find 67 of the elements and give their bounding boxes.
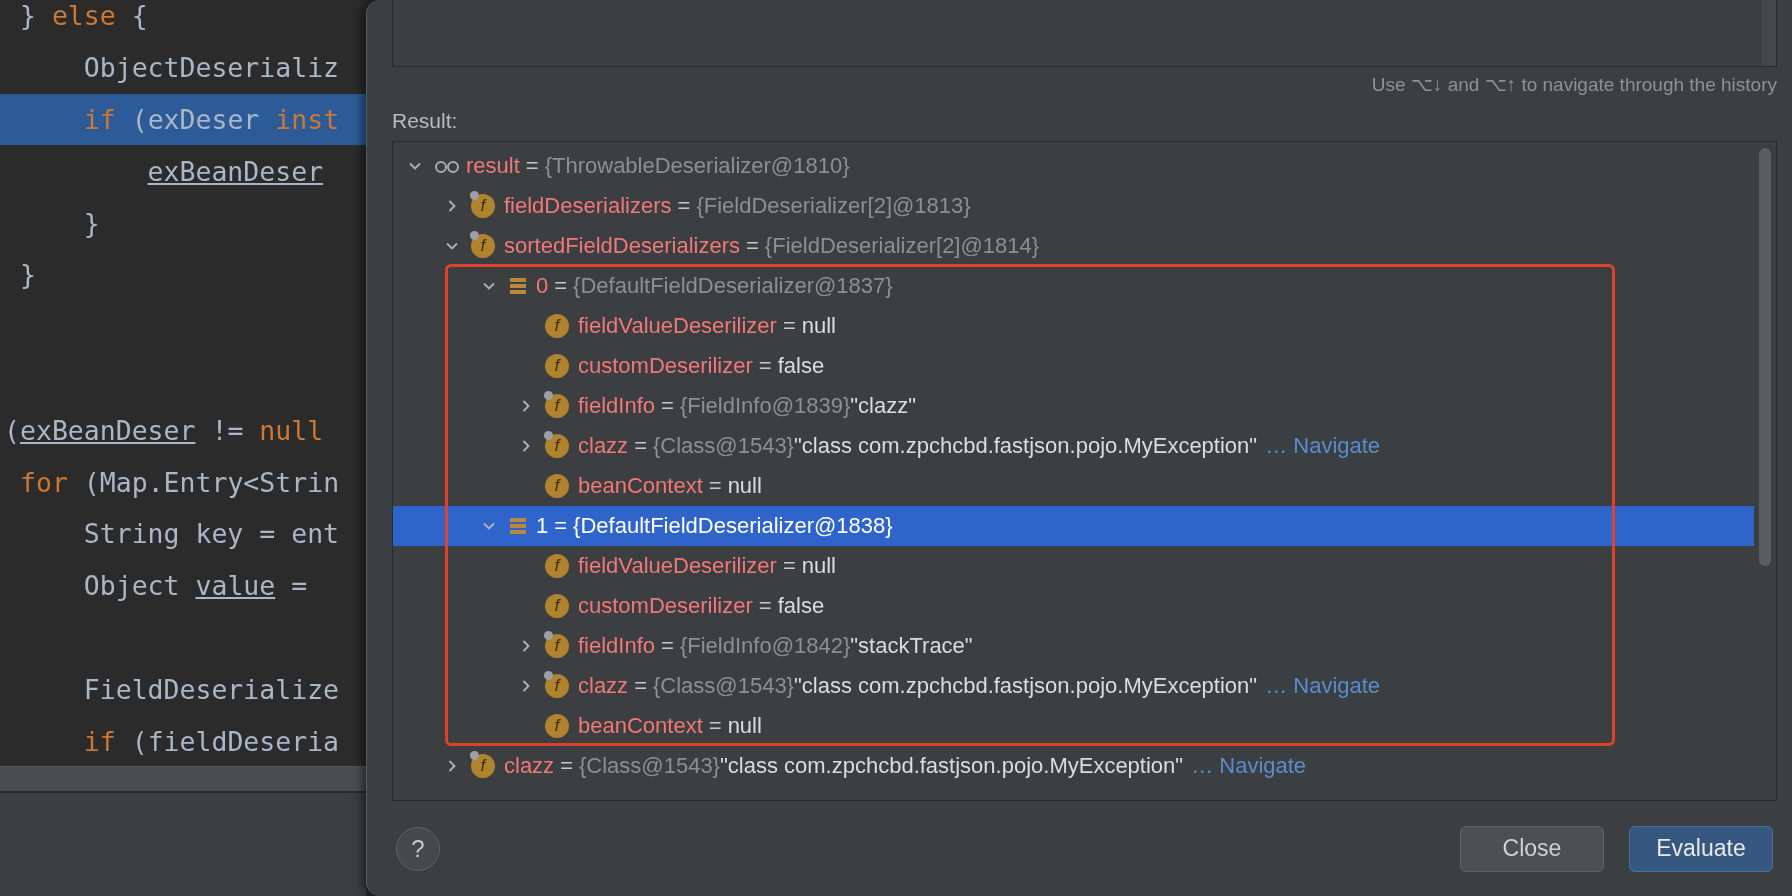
variable-entry: 1 = {DefaultFieldDeserializer@1838} (536, 513, 893, 539)
field-icon: f (471, 234, 495, 258)
expression-field[interactable] (392, 0, 1777, 67)
tree-row[interactable]: f beanContext = null (393, 706, 1754, 746)
close-button[interactable]: Close (1460, 825, 1604, 872)
tree-row[interactable]: f clazz = {Class@1543}"class com.zpchcbd.fastjson.pojo.MyException" … Navigate (393, 666, 1754, 706)
variable-entry: clazz = {Class@1543}"class com.zpchcbd.fastjson.pojo.MyException" (578, 673, 1258, 699)
tree-row[interactable]: f fieldValueDeserilizer = null (393, 546, 1754, 586)
tree-row[interactable]: f sortedFieldDeserializers = {FieldDeserializer[2]@1814} (393, 226, 1754, 266)
code-line: if (exDeser inst (82, 104, 340, 135)
variable-entry: beanContext = null (578, 473, 762, 499)
code-line: } (18, 259, 36, 291)
field-icon: f (545, 674, 569, 698)
variable-entry: result = {ThrowableDeserializer@1810} (466, 153, 850, 179)
tree-row[interactable]: result = {ThrowableDeserializer@1810} (393, 146, 1754, 186)
variable-entry: fieldValueDeserilizer = null (578, 313, 836, 339)
code-line: ObjectDeserializ (82, 52, 340, 84)
code-line: (exBeanDeser != null (4, 414, 324, 446)
vertical-scrollbar[interactable] (1759, 148, 1771, 566)
variable-entry: sortedFieldDeserializers = {FieldDeserializer[2]@1814} (504, 233, 1040, 259)
tree-row[interactable]: f clazz = {Class@1543}"class com.zpchcbd.fastjson.pojo.MyException" … Navigate (393, 426, 1754, 466)
help-button[interactable]: ? (396, 826, 440, 871)
code-line: } (82, 207, 100, 239)
tree-row[interactable]: 1 = {DefaultFieldDeserializer@1838} (393, 506, 1754, 546)
field-icon: f (545, 634, 569, 658)
tree-row[interactable]: f customDeserilizer = false (393, 346, 1754, 386)
variable-entry: clazz = {Class@1543}"class com.zpchcbd.fastjson.pojo.MyException" (504, 753, 1184, 779)
history-hint: Use ⌥↓ and ⌥↑ to navigate through the history (1370, 73, 1777, 97)
field-icon: f (471, 754, 495, 778)
result-label: Result: (392, 109, 459, 134)
variable-entry: 0 = {DefaultFieldDeserializer@1837} (536, 273, 893, 299)
array-element-icon (508, 276, 528, 296)
variable-entry: fieldDeserializers = {FieldDeserializer[2]@1813} (504, 193, 971, 219)
tree-row[interactable]: f fieldValueDeserilizer = null (393, 306, 1754, 346)
variable-entry: customDeserilizer = false (578, 593, 825, 619)
evaluate-button[interactable]: Evaluate (1629, 825, 1773, 872)
field-icon: f (545, 434, 569, 458)
field-icon: f (545, 394, 569, 418)
tree-row[interactable]: f fieldInfo = {FieldInfo@1842}"stackTrace" (393, 626, 1754, 666)
tree-row[interactable]: 0 = {DefaultFieldDeserializer@1837} (393, 266, 1754, 306)
horizontal-scrollbar[interactable] (0, 766, 366, 791)
variable-entry: customDeserilizer = false (578, 353, 825, 379)
code-line: for (Map.Entry<Strin (18, 466, 340, 498)
code-line: if (fieldDeseria (82, 725, 340, 757)
field-icon: f (545, 554, 569, 578)
variable-entry: fieldValueDeserilizer = null (578, 553, 836, 579)
tree-row[interactable]: f customDeserilizer = false (393, 586, 1754, 626)
field-icon: f (545, 714, 569, 738)
code-line: } else { (18, 0, 148, 32)
code-line: FieldDeserialize (82, 673, 340, 705)
variable-entry: fieldInfo = {FieldInfo@1842}"stackTrace" (578, 633, 973, 659)
tree-row[interactable]: f clazz = {Class@1543}"class com.zpchcbd.fastjson.pojo.MyException" … Navigate (393, 746, 1754, 786)
field-icon: f (545, 594, 569, 618)
tree-row[interactable]: f fieldInfo = {FieldInfo@1839}"clazz" (393, 386, 1754, 426)
variable-entry: clazz = {Class@1543}"class com.zpchcbd.fastjson.pojo.MyException" (578, 433, 1258, 459)
tree-row[interactable]: f fieldDeserializers = {FieldDeserializer[2]@1813} (393, 186, 1754, 226)
code-line: String key = ent (82, 518, 340, 550)
code-line: exBeanDeser (146, 155, 324, 187)
code-line: Object value = (82, 570, 309, 602)
field-icon: f (545, 314, 569, 338)
field-icon: f (545, 354, 569, 378)
tree-row[interactable]: f beanContext = null (393, 466, 1754, 506)
field-icon: f (471, 194, 495, 218)
variable-entry: fieldInfo = {FieldInfo@1839}"clazz" (578, 393, 917, 419)
array-element-icon (508, 516, 528, 536)
field-icon: f (545, 474, 569, 498)
variable-entry: beanContext = null (578, 713, 762, 739)
